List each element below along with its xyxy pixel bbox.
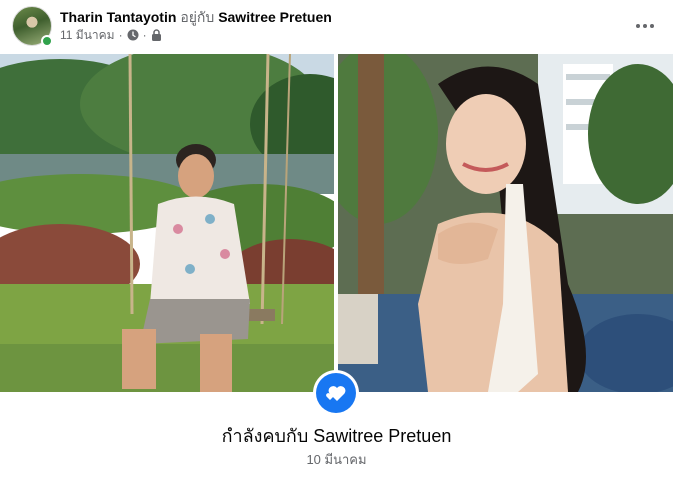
life-event-title: กำลังคบกับ Sawitree Pretuen bbox=[221, 426, 452, 446]
clock-icon bbox=[127, 29, 139, 41]
photo-woman-smiling[interactable] bbox=[338, 54, 673, 392]
author-name-link[interactable]: Tharin Tantayotin bbox=[60, 9, 176, 25]
photo-man-on-swing[interactable] bbox=[0, 54, 334, 392]
more-options-icon bbox=[636, 24, 654, 28]
life-event-badge-circle bbox=[316, 373, 356, 413]
more-options-button[interactable] bbox=[629, 10, 661, 42]
meta-separator-2: · bbox=[142, 28, 147, 42]
post-date-link[interactable]: 11 มีนาคม bbox=[60, 27, 115, 43]
tagged-person-link[interactable]: Sawitree Pretuen bbox=[218, 9, 332, 25]
meta-separator: · bbox=[118, 28, 123, 42]
life-event-date: 10 มีนาคม bbox=[306, 452, 367, 467]
post-title-line: Tharin Tantayotin อยู่กับ Sawitree Pretu… bbox=[60, 8, 332, 26]
hearts-icon bbox=[326, 386, 346, 401]
online-status-indicator bbox=[41, 35, 53, 47]
post-meta: 11 มีนาคม · · bbox=[60, 27, 162, 43]
with-word: อยู่กับ bbox=[180, 9, 215, 25]
life-event-badge bbox=[313, 370, 359, 416]
lock-icon[interactable] bbox=[151, 29, 162, 41]
post-header: Tharin Tantayotin อยู่กับ Sawitree Pretu… bbox=[12, 6, 661, 48]
